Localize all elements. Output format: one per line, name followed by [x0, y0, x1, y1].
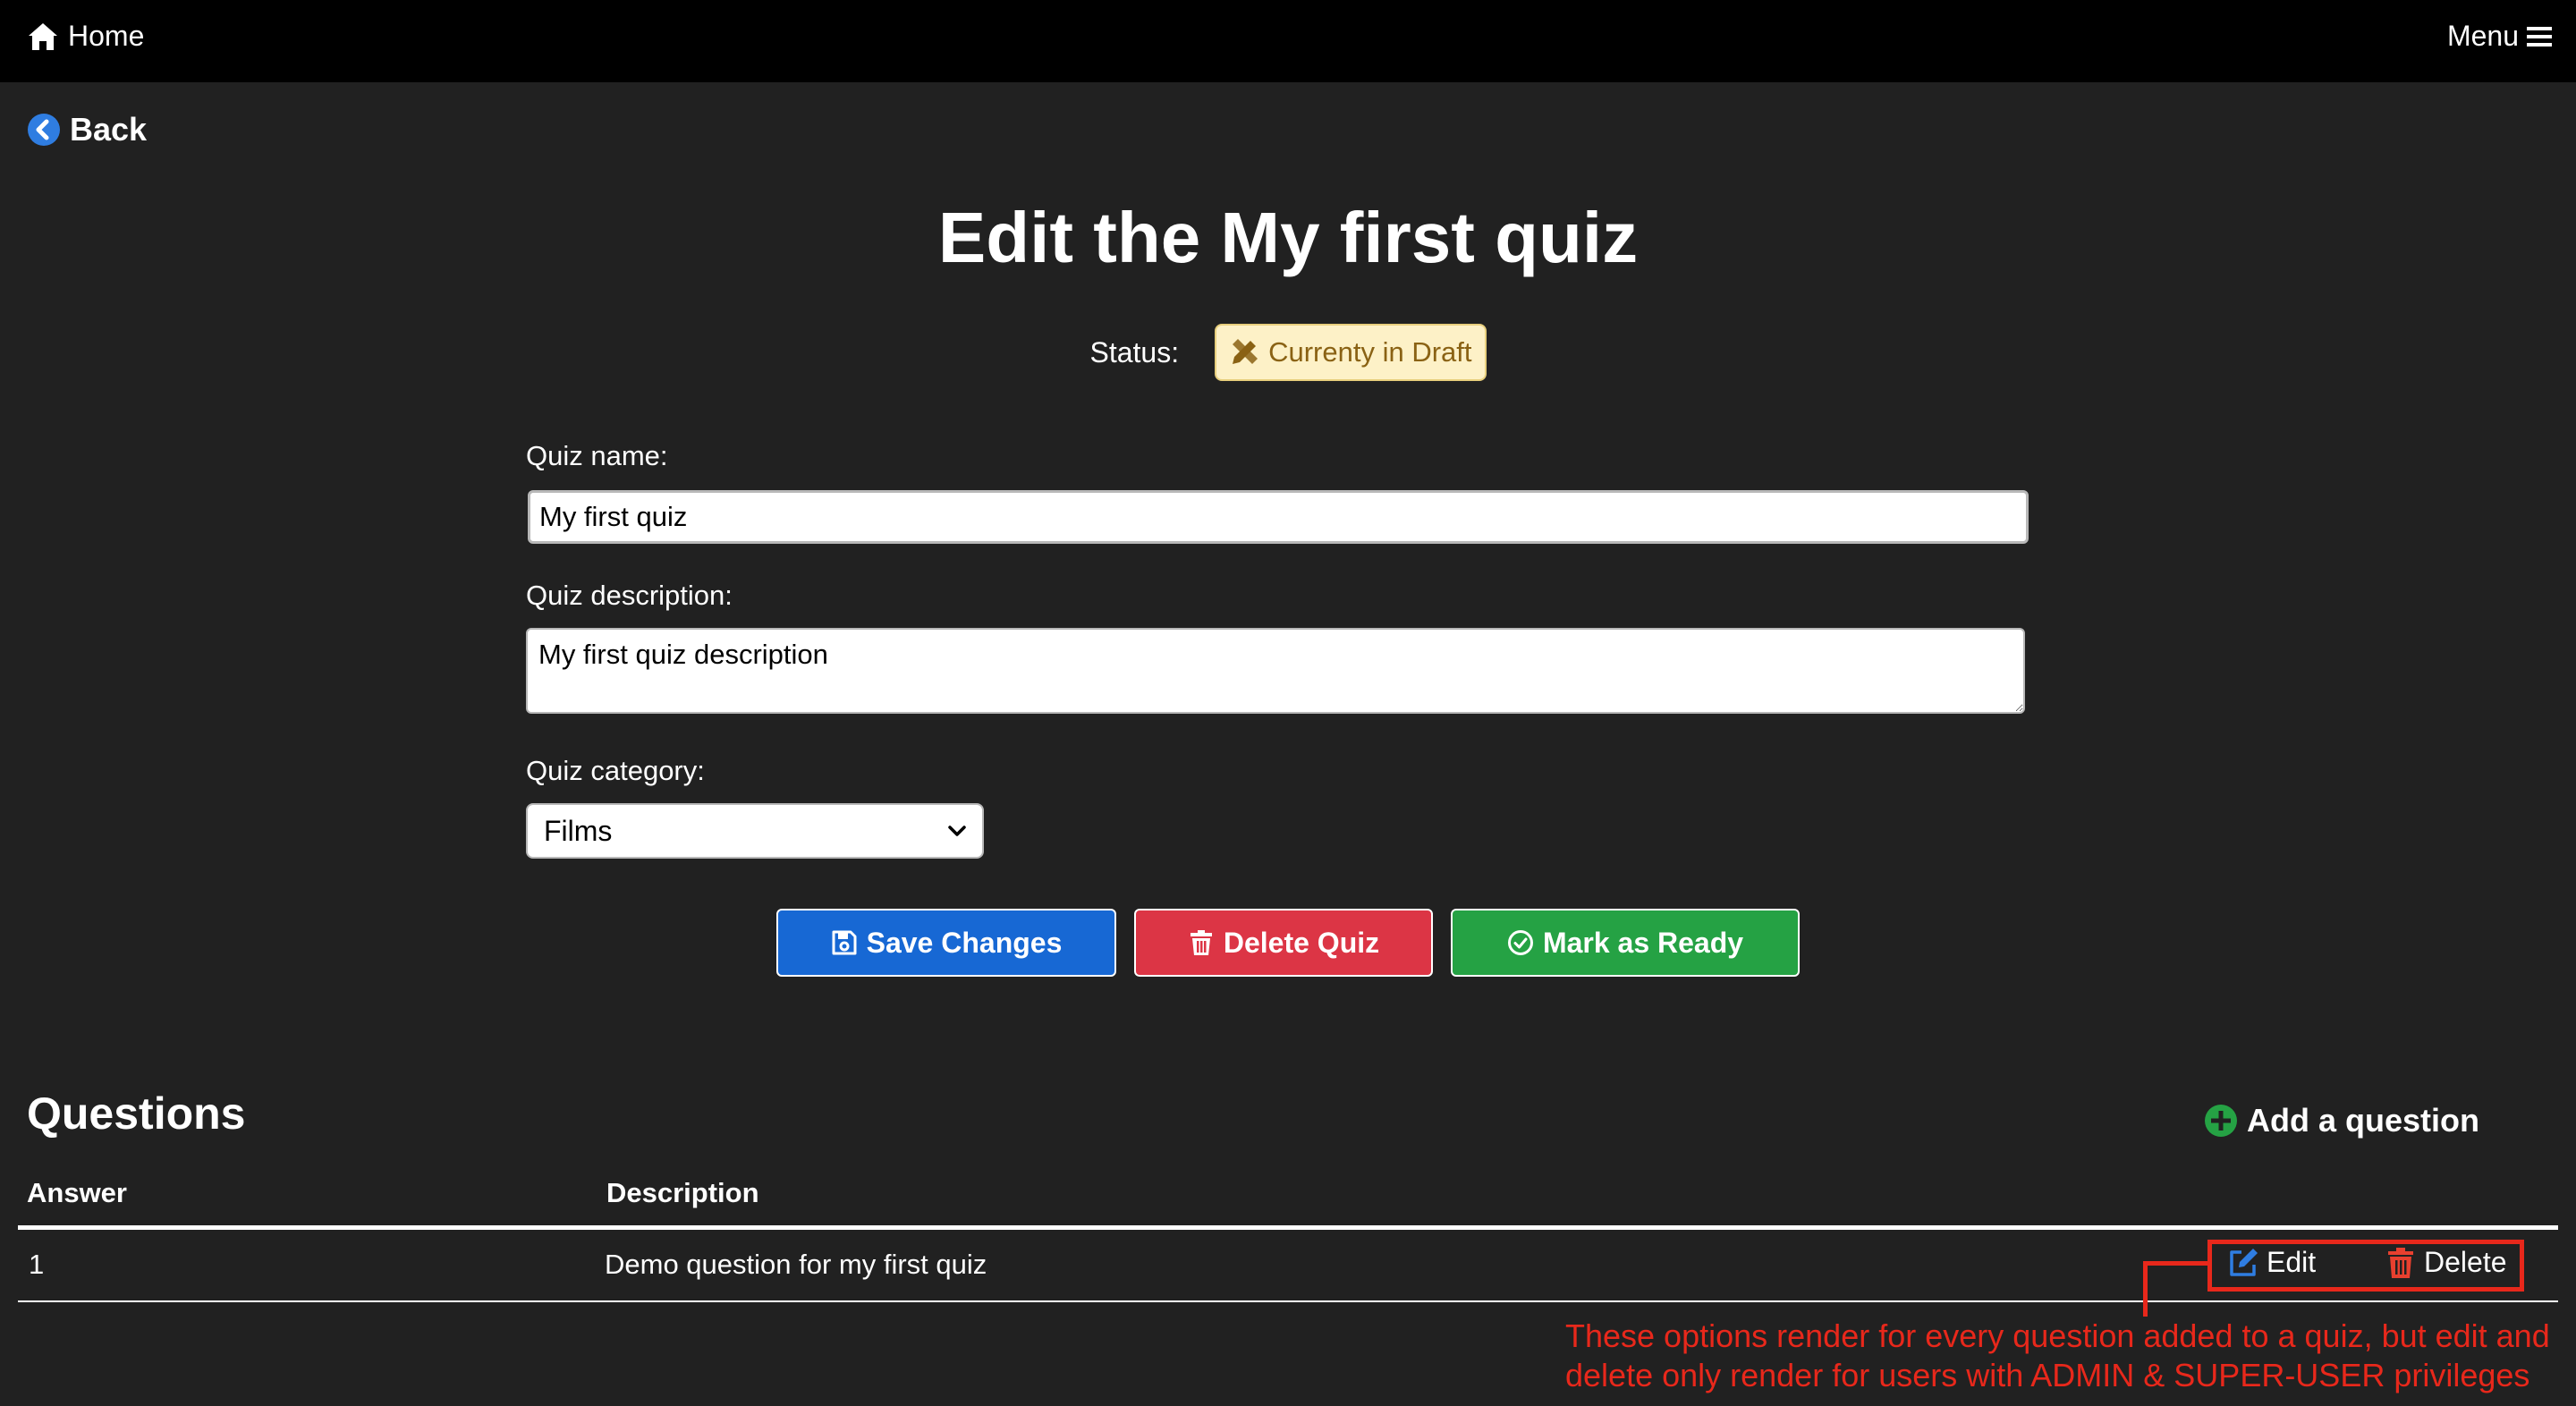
quiz-description-input[interactable]: My first quiz description	[526, 628, 2025, 714]
top-navbar: Home Menu	[0, 0, 2576, 82]
quiz-description-label: Quiz description:	[526, 580, 733, 611]
questions-heading: Questions	[27, 1088, 246, 1139]
save-changes-button[interactable]: Save Changes	[776, 909, 1116, 977]
add-question-button[interactable]: Add a question	[2204, 1102, 2479, 1139]
status-row: Status: Currenty in Draft	[0, 324, 2576, 381]
answer-cell: 1	[29, 1249, 45, 1280]
back-label: Back	[70, 111, 148, 148]
home-label: Home	[68, 20, 145, 52]
delete-quiz-button[interactable]: Delete Quiz	[1134, 909, 1433, 977]
status-badge-text: Currenty in Draft	[1268, 336, 1472, 368]
quiz-category-value: Films	[544, 814, 613, 847]
quiz-name-input[interactable]	[528, 490, 2029, 544]
quiz-name-label: Quiz name:	[526, 440, 668, 471]
mark-as-ready-button[interactable]: Mark as Ready	[1451, 909, 1800, 977]
floppy-disk-icon	[832, 930, 857, 955]
trash-icon	[1190, 930, 1212, 955]
status-label: Status:	[1089, 335, 1180, 368]
delete-quiz-label: Delete Quiz	[1223, 926, 1380, 959]
table-row-divider	[18, 1300, 2558, 1302]
column-header-description: Description	[606, 1177, 759, 1208]
annotation-note: These options render for every question …	[1565, 1317, 2550, 1393]
check-circle-icon	[1507, 930, 1533, 955]
home-icon	[29, 22, 57, 50]
pencil-ruler-icon	[1233, 339, 1258, 364]
menu-label: Menu	[2446, 20, 2519, 52]
annotation-highlight-box	[2207, 1240, 2524, 1292]
quiz-category-select[interactable]: Films	[526, 803, 984, 859]
save-changes-label: Save Changes	[866, 926, 1063, 959]
chevron-down-icon	[948, 826, 966, 836]
mark-as-ready-label: Mark as Ready	[1542, 926, 1744, 959]
column-header-answer: Answer	[27, 1177, 127, 1208]
annotation-connector-horizontal	[2145, 1261, 2209, 1266]
description-cell: Demo question for my first quiz	[605, 1249, 987, 1280]
chevron-left-circle-icon	[28, 114, 60, 146]
bars-icon	[2527, 26, 2552, 47]
quiz-category-label: Quiz category:	[526, 755, 705, 786]
plus-circle-icon	[2205, 1105, 2237, 1137]
back-link[interactable]: Back	[27, 111, 147, 148]
page-title: Edit the My first quiz	[937, 198, 1639, 277]
table-header-divider	[18, 1225, 2558, 1230]
home-link[interactable]: Home	[27, 20, 144, 53]
annotation-connector-vertical	[2143, 1261, 2148, 1317]
status-badge: Currenty in Draft	[1215, 324, 1487, 381]
menu-toggle[interactable]: Menu	[2447, 20, 2553, 53]
add-question-label: Add a question	[2247, 1102, 2479, 1139]
